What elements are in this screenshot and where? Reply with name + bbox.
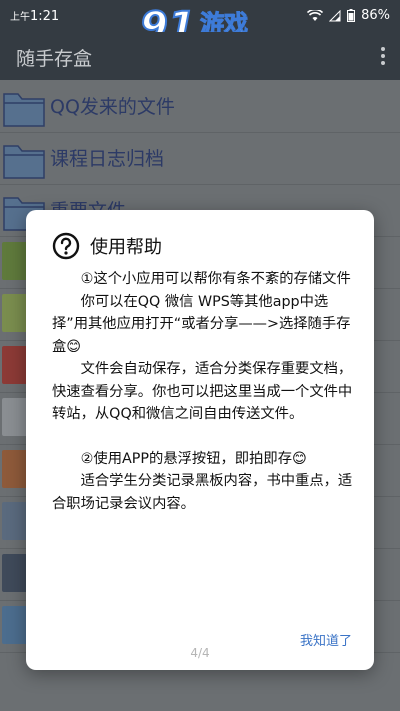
help-paragraph: ①这个小应用可以帮你有条不紊的存储文件 [80, 271, 351, 287]
battery-level: 86% [361, 8, 390, 23]
app-bar: 随手存盒 [0, 32, 400, 80]
help-paragraph: ②使用APP的悬浮按钮，即拍即存😊 [80, 450, 307, 467]
file-thumbnail [2, 294, 28, 332]
signal-icon [329, 9, 341, 21]
file-thumbnail [2, 502, 28, 540]
help-paragraph: 你可以在QQ 微信 WPS等其他app中选择”用其他应用打开“或者分享——>选择… [52, 293, 351, 355]
page-indicator: 4/4 [190, 646, 210, 660]
dialog-header: 使用帮助 [52, 232, 162, 260]
overflow-menu-icon[interactable] [378, 44, 388, 68]
help-paragraph: 适合学生分类记录黑板内容，书中重点，适合职场记录会议内容。 [52, 473, 353, 512]
status-time: 上午1:21 [10, 9, 60, 24]
folder-icon [3, 145, 45, 179]
file-thumbnail [2, 554, 28, 592]
wifi-icon [307, 9, 324, 21]
dialog-body: ①这个小应用可以帮你有条不紊的存储文件 你可以在QQ 微信 WPS等其他app中… [52, 268, 356, 515]
help-circle-icon [52, 232, 80, 260]
file-thumbnail [2, 450, 28, 488]
help-paragraph: 文件会自动保存，适合分类保存重要文档，快速查看分享。你也可以把这里当成一个文件中… [52, 361, 353, 422]
app-title: 随手存盒 [16, 48, 93, 70]
file-thumbnail [2, 398, 28, 436]
battery-icon [347, 9, 356, 22]
folder-name: QQ发来的文件 [50, 96, 175, 118]
folder-item-qq[interactable]: QQ发来的文件 [0, 80, 400, 133]
status-icons: 86% [307, 8, 390, 23]
folder-name: 课程日志归档 [50, 148, 165, 170]
folder-icon [3, 93, 45, 127]
folder-item-course[interactable]: 课程日志归档 [0, 132, 400, 185]
file-thumbnail [2, 242, 28, 280]
help-dialog: 使用帮助 ①这个小应用可以帮你有条不紊的存储文件 你可以在QQ 微信 WPS等其… [26, 210, 374, 670]
file-thumbnail [2, 346, 28, 384]
file-thumbnail [2, 606, 28, 644]
dialog-title: 使用帮助 [90, 237, 162, 258]
